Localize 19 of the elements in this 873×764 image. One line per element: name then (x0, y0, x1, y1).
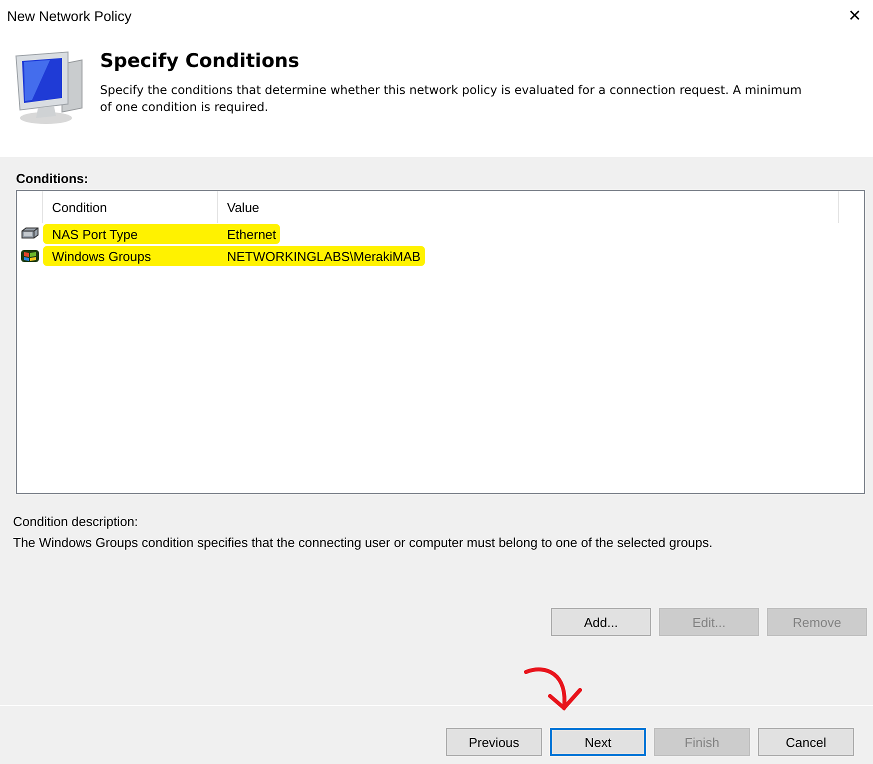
close-button[interactable]: ✕ (844, 6, 865, 26)
section-label: Conditions: (16, 171, 88, 186)
group-icon (20, 248, 40, 264)
table-cell-text: NAS Port Type (51, 226, 139, 242)
description-text: of one condition is required. (100, 99, 270, 116)
description-text: The Windows Groups condition specifies that the connecting user or computer must belong to one of the selected groups. (13, 535, 714, 550)
table-cell-text: Windows Groups (51, 248, 152, 264)
column-header[interactable]: Value (227, 200, 260, 214)
table-cell-text: Ethernet (226, 226, 276, 242)
description-text: Specify the conditions that determine whether this network policy is evaluated for a connection request. A minimum (100, 82, 803, 99)
page-title: Specify Conditions (100, 50, 300, 72)
cancel-button[interactable]: Cancel (758, 728, 854, 756)
next-button[interactable]: Next (550, 728, 646, 756)
add-button[interactable]: Add... (551, 608, 651, 636)
window-title: New Network Policy (7, 8, 132, 24)
table-cell-text: NETWORKINGLABS\MerakiMAB (226, 248, 421, 264)
previous-button[interactable]: Previous (446, 728, 542, 756)
section-label: Condition description: (13, 514, 140, 529)
column-header[interactable]: Condition (52, 200, 107, 214)
